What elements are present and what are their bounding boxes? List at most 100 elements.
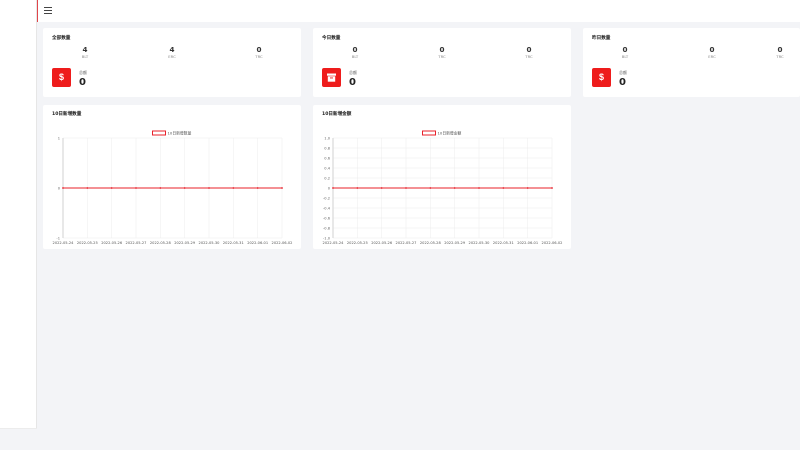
hamburger-menu-icon[interactable] (44, 7, 52, 14)
stat-label: ERC (708, 54, 716, 59)
archive-icon (322, 68, 341, 87)
data-point (429, 187, 432, 189)
data-point (281, 187, 283, 189)
stats-card-total: 全部数量 4 BLT 4 ERC 0 TRC $ 总额 0 (43, 28, 301, 97)
data-point (526, 187, 529, 189)
sidebar-footer (0, 428, 37, 450)
stat-blt: 0 BLT (335, 45, 375, 59)
top-bar (37, 0, 800, 22)
data-point (135, 187, 137, 189)
legend-swatch (152, 130, 166, 136)
stat-trc: 0 TRC (760, 45, 800, 59)
stat-value: 0 (622, 45, 628, 54)
dollar-icon: $ (52, 68, 71, 87)
stat-value: 4 (82, 45, 88, 54)
stat-blt: 4 BLT (65, 45, 105, 59)
data-point (256, 187, 259, 189)
stats-card-yesterday: 昨日数量 0 BLT 0 ERC 0 TRC $ 总额 0 (583, 28, 800, 97)
x-tick-label: 2022-05-29 (444, 241, 466, 245)
x-tick-label: 2022-05-27 (396, 241, 417, 245)
y-tick-label: 0.4 (324, 166, 330, 170)
chart-card-new-count: 10日新增数量 1 0 -1 2022-05-24 2022-05-25 2022-05-… (43, 105, 301, 249)
x-tick-label: 2022-05-31 (493, 241, 514, 245)
data-point (356, 187, 359, 189)
chart-new-amount: 1.00.80.60.40.20-0.2-0.4-0.6-0.8-1.02022… (323, 130, 563, 245)
data-point (405, 187, 407, 189)
stat-value: 0 (352, 45, 358, 54)
data-point (332, 187, 334, 189)
stat-value: 0 (526, 45, 532, 54)
x-tick-label: 2022-06-01 (247, 241, 268, 245)
legend-label: 10日新增数量 (168, 130, 192, 135)
stat-value: 0 (709, 45, 715, 54)
stat-value: 0 (256, 45, 262, 54)
sum-label: 总额 (349, 70, 357, 75)
card-title: 全部数量 (52, 36, 71, 41)
x-tick-label: 2022-05-25 (347, 241, 368, 245)
stat-erc: 0 ERC (692, 45, 732, 59)
x-tick-label: 2022-06-02 (272, 241, 293, 245)
data-point (453, 187, 456, 189)
x-tick-label: 2022-05-28 (150, 241, 172, 245)
stat-label: BLT (81, 54, 89, 59)
stat-label: TRC (438, 54, 446, 59)
x-tick-label: 2022-05-25 (77, 241, 98, 245)
y-tick-label: 0 (328, 186, 331, 190)
chart-new-count: 10-12022-05-24 2022-05-25 2022-05-26 2022-0… (53, 130, 293, 245)
stat-trc: 0 TRC (509, 45, 549, 59)
stats-card-today: 今日数量 0 BLT 0 TRC 0 TRC 总额 0 (313, 28, 571, 97)
sum-value: 0 (619, 77, 626, 88)
sum-label: 总额 (79, 70, 87, 75)
data-point (232, 187, 235, 189)
y-tick-label: 0.6 (324, 156, 330, 160)
x-tick-label: 2022-05-29 (174, 241, 196, 245)
stat-label: TRC (776, 54, 784, 59)
dollar-icon: $ (592, 68, 611, 87)
stat-trc: 0 TRC (239, 45, 279, 59)
x-tick-label: 2022-05-24 (53, 241, 75, 245)
y-tick-label: -1.0 (323, 236, 331, 240)
stat-trc: 0 TRC (422, 45, 462, 59)
y-tick-label: -0.8 (323, 226, 331, 230)
y-tick-label: 0 (58, 186, 61, 190)
stat-value: 0 (777, 45, 783, 54)
data-point (208, 187, 210, 189)
card-title: 昨日数量 (592, 36, 611, 41)
data-point (183, 187, 186, 189)
x-tick-label: 2022-05-26 (101, 241, 123, 245)
y-tick-label: -1 (56, 236, 60, 240)
data-point (110, 187, 113, 189)
y-tick-label: 1.0 (324, 136, 330, 140)
legend-swatch (422, 130, 436, 136)
stat-label: BLT (351, 54, 359, 59)
stat-label: BLT (621, 54, 629, 59)
sum-value: 0 (79, 77, 86, 88)
data-point (159, 187, 162, 189)
x-tick-label: 2022-05-31 (223, 241, 244, 245)
y-tick-label: -0.6 (323, 216, 331, 220)
x-tick-label: 2022-05-30 (469, 241, 491, 245)
data-point (380, 187, 383, 189)
data-point (551, 187, 553, 189)
chart-card-new-amount: 10日新增金额 1.0 0.8 0.6 0.4 0.2 0 -0.2 -0.4 -0.6 -0.8… (313, 105, 571, 249)
y-tick-label: 0.8 (324, 146, 330, 150)
card-title: 今日数量 (322, 36, 341, 41)
y-tick-label: -0.4 (323, 206, 331, 210)
y-tick-label: -0.2 (323, 196, 330, 200)
stat-blt: 0 BLT (605, 45, 645, 59)
stat-label: TRC (525, 54, 533, 59)
x-tick-label: 2022-05-28 (420, 241, 442, 245)
sidebar (0, 0, 37, 450)
x-tick-label: 2022-06-01 (517, 241, 538, 245)
data-point (62, 187, 64, 189)
data-point (86, 187, 89, 189)
legend-label: 10日新增金额 (438, 130, 462, 135)
data-point (478, 187, 480, 189)
x-tick-label: 2022-05-27 (126, 241, 147, 245)
stat-erc: 4 ERC (152, 45, 192, 59)
x-tick-label: 2022-06-02 (542, 241, 563, 245)
stat-label: ERC (168, 54, 176, 59)
stat-value: 4 (169, 45, 175, 54)
sum-value: 0 (349, 77, 356, 88)
y-tick-label: 1 (58, 136, 60, 140)
